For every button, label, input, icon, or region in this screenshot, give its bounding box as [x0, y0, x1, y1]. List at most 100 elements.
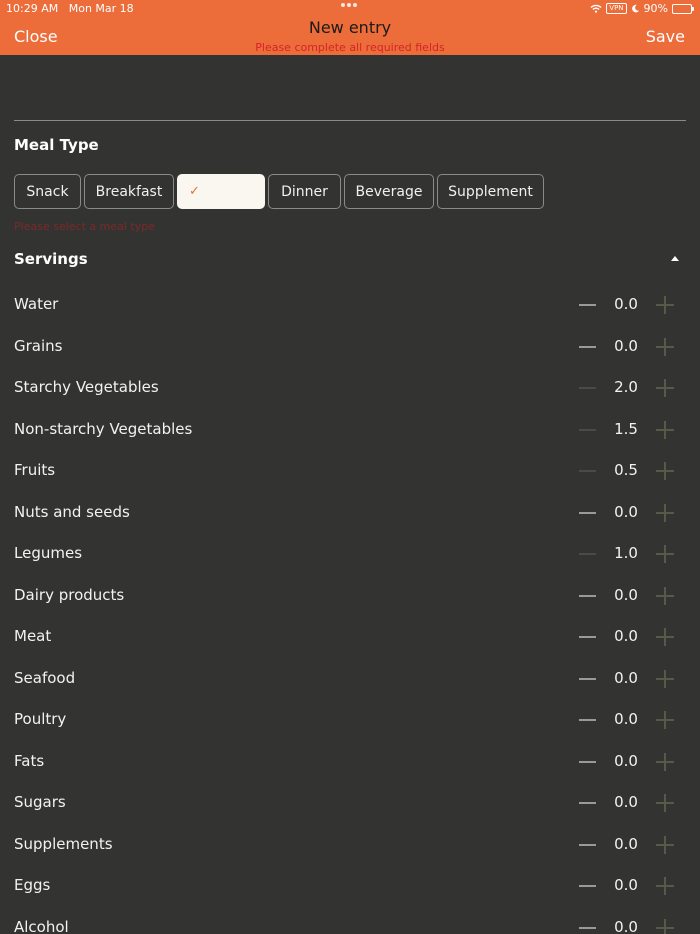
serving-row: Seafood 0.0 [0, 659, 700, 699]
serving-row: Sugars 0.0 [0, 783, 700, 823]
increment-icon[interactable] [656, 752, 674, 771]
meal-type-supplement[interactable]: Supplement [437, 174, 544, 209]
decrement-icon[interactable] [579, 636, 596, 638]
decrement-icon[interactable] [579, 470, 596, 472]
serving-value: 0.0 [614, 502, 638, 521]
increment-icon[interactable] [656, 628, 674, 646]
serving-label: Poultry [14, 710, 67, 728]
serving-value: 0.0 [614, 668, 638, 687]
serving-value: 1.5 [614, 419, 638, 438]
serving-row: Grains 0.0 [0, 327, 700, 367]
serving-row: Fats 0.0 [0, 742, 700, 782]
chip-label: Dinner [281, 183, 328, 200]
serving-label: Legumes [14, 544, 83, 562]
serving-value: 2.0 [614, 378, 638, 396]
decrement-icon[interactable] [579, 594, 596, 597]
increment-icon[interactable] [656, 462, 674, 480]
chip-label: Breakfast [95, 183, 163, 200]
battery-icon [672, 3, 694, 14]
serving-row: Non-starchy Vegetables 1.5 [0, 410, 700, 450]
vpn-badge: VPN [606, 3, 627, 14]
decrement-icon[interactable] [579, 885, 596, 887]
serving-row: Water 0.0 [0, 285, 700, 325]
chip-label: Beverage [355, 183, 423, 200]
close-button[interactable]: Close [14, 27, 58, 46]
meal-type-dinner[interactable]: Dinner [268, 174, 341, 209]
title-field-underline[interactable] [14, 120, 686, 121]
serving-label: Fruits [14, 461, 56, 479]
serving-row: Nuts and seeds 0.0 [0, 493, 700, 533]
increment-icon[interactable] [656, 503, 674, 522]
decrement-icon[interactable] [579, 345, 596, 348]
increment-icon[interactable] [656, 545, 674, 563]
servings-heading: Servings [14, 250, 88, 268]
serving-row: Meat 0.0 [0, 617, 700, 657]
meal-type-heading: Meal Type [14, 136, 99, 154]
serving-label: Starchy Vegetables [14, 378, 159, 396]
serving-label: Water [14, 295, 59, 313]
decrement-icon[interactable] [579, 387, 596, 389]
decrement-icon[interactable] [579, 719, 596, 721]
increment-icon[interactable] [656, 337, 674, 356]
serving-value: 0.0 [614, 793, 638, 811]
serving-value: 0.0 [614, 751, 638, 770]
increment-icon[interactable] [656, 835, 674, 854]
decrement-icon[interactable] [579, 926, 596, 929]
wifi-icon [590, 4, 602, 13]
meal-type-error: Please select a meal type [14, 220, 155, 233]
serving-label: Alcohol [14, 917, 69, 934]
serving-label: Eggs [14, 876, 51, 894]
increment-icon[interactable] [656, 379, 674, 397]
increment-icon[interactable] [656, 420, 674, 439]
meal-type-breakfast[interactable]: Breakfast [84, 174, 174, 209]
increment-icon[interactable] [656, 877, 674, 895]
serving-label: Grains [14, 336, 63, 355]
increment-icon[interactable] [656, 794, 674, 812]
serving-row: Legumes 1.0 [0, 534, 700, 574]
serving-label: Meat [14, 627, 52, 645]
increment-icon[interactable] [656, 711, 674, 729]
serving-value: 0.0 [614, 710, 638, 728]
serving-row: Fruits 0.5 [0, 451, 700, 491]
serving-row: Eggs 0.0 [0, 866, 700, 906]
decrement-icon[interactable] [579, 553, 596, 555]
serving-row: Poultry 0.0 [0, 700, 700, 740]
decrement-icon[interactable] [579, 511, 596, 514]
serving-value: 0.0 [614, 627, 638, 645]
serving-label: Dairy products [14, 585, 125, 604]
save-button[interactable]: Save [646, 27, 685, 46]
serving-row: Starchy Vegetables 2.0 [0, 368, 700, 408]
checkmark-icon: ✓ [189, 184, 200, 199]
decrement-icon[interactable] [579, 802, 596, 804]
meal-type-selected[interactable]: ✓ [177, 174, 265, 209]
serving-value: 1.0 [614, 544, 638, 562]
meal-type-snack[interactable]: Snack [14, 174, 81, 209]
serving-row: Supplements 0.0 [0, 825, 700, 865]
collapse-arrow-icon[interactable] [671, 256, 679, 261]
status-time: 10:29 AM Mon Mar 18 [6, 2, 134, 15]
increment-icon[interactable] [656, 918, 674, 934]
serving-label: Non-starchy Vegetables [14, 419, 193, 438]
increment-icon[interactable] [656, 586, 674, 605]
decrement-icon[interactable] [579, 760, 596, 763]
serving-label: Supplements [14, 834, 113, 853]
decrement-icon[interactable] [579, 843, 596, 846]
serving-value: 0.0 [614, 917, 638, 934]
decrement-icon[interactable] [579, 677, 596, 680]
battery-percent: 90% [643, 2, 668, 15]
decrement-icon[interactable] [579, 304, 596, 306]
meal-type-beverage[interactable]: Beverage [344, 174, 434, 209]
serving-label: Nuts and seeds [14, 502, 130, 521]
increment-icon[interactable] [656, 296, 674, 314]
serving-value: 0.0 [614, 585, 638, 604]
decrement-icon[interactable] [579, 428, 596, 431]
multitasking-dots-icon[interactable] [341, 3, 357, 7]
chip-label: Snack [26, 183, 69, 200]
required-fields-warning: Please complete all required fields [255, 41, 445, 54]
chip-label: Supplement [448, 183, 533, 200]
serving-label: Fats [14, 751, 45, 770]
serving-value: 0.0 [614, 295, 638, 313]
serving-label: Seafood [14, 668, 76, 687]
increment-icon[interactable] [656, 669, 674, 688]
serving-value: 0.0 [614, 336, 638, 355]
